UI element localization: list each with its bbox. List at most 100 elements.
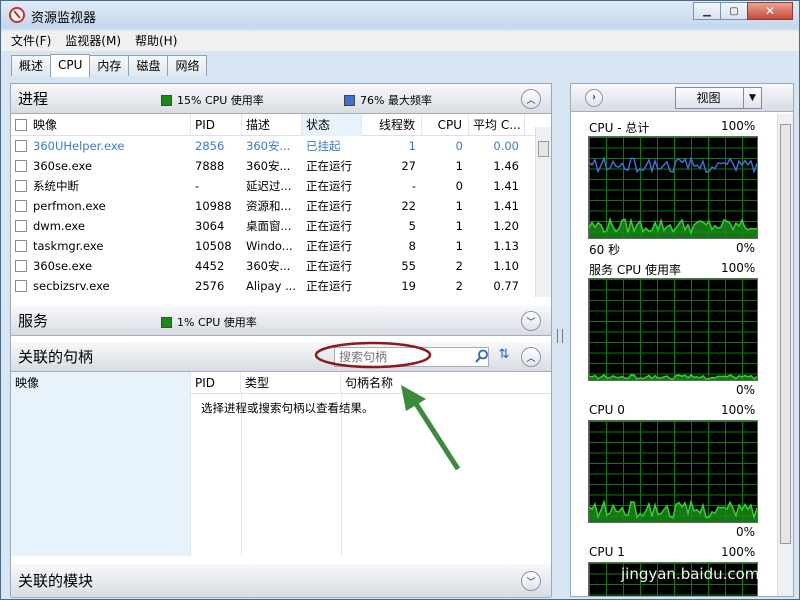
col-avg-cpu[interactable]: 平均 C... (469, 114, 525, 136)
row-checkbox[interactable] (15, 140, 27, 152)
row-checkbox[interactable] (15, 220, 27, 232)
col-handle-type[interactable]: 类型 (241, 372, 341, 394)
dropdown-arrow-icon[interactable]: ▼ (743, 88, 761, 108)
handles-header[interactable]: 关联的句柄 ⇅ ︿ (11, 342, 551, 372)
resource-monitor-window: 资源监视器 ▁ ▢ ✕ 文件(F) 监视器(M) 帮助(H) 概述 CPU 内存… (0, 0, 800, 600)
menu-help[interactable]: 帮助(H) (135, 31, 177, 51)
watermark-url: jingyan.baidu.com (621, 565, 760, 583)
graph-min: 0% (736, 525, 756, 539)
title-bar: 资源监视器 ▁ ▢ ✕ (1, 1, 799, 29)
handles-column-header: 映像 PID 类型 句柄名称 (11, 372, 551, 394)
table-row[interactable]: taskmgr.exe 10508 Windo... 正在运行 8 1 1.13 (11, 236, 535, 256)
graph-min: 0% (736, 383, 756, 397)
col-handle-image[interactable]: 映像 (11, 372, 191, 394)
tab-network[interactable]: 网络 (167, 55, 208, 76)
table-row[interactable]: 系统中断 - 延迟过... 正在运行 - 0 1.41 (11, 176, 535, 196)
column-divider (241, 394, 242, 556)
collapse-processes-chevron-up-icon[interactable]: ︿ (521, 89, 541, 109)
search-handles-input[interactable] (334, 347, 489, 367)
scroll-thumb[interactable] (538, 141, 549, 157)
tab-memory[interactable]: 内存 (89, 55, 130, 76)
table-row[interactable]: 360UHelper.exe 2856 360安... 已挂起 1 0 0.00 (11, 136, 535, 156)
processes-title: 进程 (18, 90, 49, 108)
menu-file[interactable]: 文件(F) (11, 31, 51, 51)
close-button[interactable]: ✕ (747, 2, 793, 20)
row-checkbox[interactable] (15, 160, 27, 172)
expand-modules-chevron-down-icon[interactable]: ﹀ (521, 571, 541, 591)
tab-disk[interactable]: 磁盘 (128, 55, 169, 76)
col-image[interactable]: 映像 (11, 114, 191, 136)
menu-monitor[interactable]: 监视器(M) (65, 31, 121, 51)
processes-scrollbar[interactable] (535, 127, 551, 297)
graphs-header: › 视图 ▼ (571, 84, 793, 112)
col-threads[interactable]: 线程数 (362, 114, 422, 136)
graph-title: CPU - 总计 (589, 121, 650, 135)
table-row[interactable]: perfmon.exe 10988 资源和... 正在运行 22 1 1.41 (11, 196, 535, 216)
tab-overview[interactable]: 概述 (11, 55, 52, 76)
row-checkbox[interactable] (15, 200, 27, 212)
baidu-watermark-logo: Baidu 经验 (611, 527, 734, 552)
cpu-total-graph (588, 136, 758, 239)
row-checkbox[interactable] (15, 240, 27, 252)
blue-swatch-icon (344, 94, 355, 106)
resource-monitor-icon (9, 7, 25, 23)
menu-bar: 文件(F) 监视器(M) 帮助(H) (1, 31, 799, 51)
graph-min: 0% (736, 241, 756, 255)
left-panel: 进程 15% CPU 使用率 76% 最大频率 ︿ 映像 PID 描述 状态 线… (10, 83, 552, 598)
panel-splitter[interactable] (554, 83, 566, 597)
refresh-icon[interactable]: ⇅ (495, 347, 513, 365)
collapse-graphs-chevron-right-icon[interactable]: › (585, 89, 603, 107)
modules-header[interactable]: 关联的模块 ﹀ (11, 564, 551, 598)
cpu-usage-legend: 15% CPU 使用率 (161, 92, 264, 108)
grip-icon (557, 329, 563, 343)
minimize-button[interactable]: ▁ (693, 2, 721, 20)
handles-empty-hint: 选择进程或搜索句柄以查看结果。 (201, 401, 374, 415)
green-swatch-icon (161, 316, 172, 328)
col-status[interactable]: 状态 (302, 114, 362, 136)
select-all-checkbox[interactable] (15, 119, 27, 131)
green-swatch-icon (161, 94, 172, 106)
tab-strip: 概述 CPU 内存 磁盘 网络 (11, 54, 208, 77)
graphs-panel: › 视图 ▼ CPU - 总计 100% 60 秒 0% 服务 CPU 使用率 1… (570, 83, 794, 597)
col-description[interactable]: 描述 (242, 114, 302, 136)
maximize-button[interactable]: ▢ (720, 2, 748, 20)
handles-title: 关联的句柄 (18, 348, 94, 366)
row-checkbox[interactable] (15, 180, 27, 192)
view-button[interactable]: 视图 ▼ (675, 87, 762, 109)
scroll-thumb[interactable] (780, 124, 791, 544)
graph-title: CPU 0 (589, 403, 625, 417)
graph-title: 服务 CPU 使用率 (589, 263, 682, 277)
processes-header[interactable]: 进程 15% CPU 使用率 76% 最大频率 ︿ (11, 84, 551, 114)
cpu0-graph (588, 420, 758, 523)
col-handle-name[interactable]: 句柄名称 (341, 372, 551, 394)
graph-max: 100% (721, 403, 756, 417)
col-handle-pid[interactable]: PID (191, 372, 241, 394)
table-row[interactable]: 360se.exe 7888 360安... 正在运行 27 1 1.46 (11, 156, 535, 176)
graph-timespan: 60 秒 (589, 243, 621, 257)
tab-cpu[interactable]: CPU (50, 54, 91, 77)
col-cpu[interactable]: CPU (422, 114, 469, 136)
processes-table: 360UHelper.exe 2856 360安... 已挂起 1 0 0.00… (11, 136, 535, 296)
services-cpu-graph (588, 278, 758, 381)
services-cpu-legend: 1% CPU 使用率 (161, 314, 257, 330)
search-icon[interactable] (475, 349, 489, 363)
services-header[interactable]: 服务 1% CPU 使用率 ﹀ (11, 306, 551, 336)
window-title: 资源监视器 (31, 11, 97, 26)
graph-max: 100% (721, 119, 756, 133)
collapse-handles-chevron-up-icon[interactable]: ︿ (521, 347, 541, 367)
table-row[interactable]: 360se.exe 4452 360安... 正在运行 55 2 1.10 (11, 256, 535, 276)
expand-services-chevron-down-icon[interactable]: ﹀ (521, 311, 541, 331)
handles-image-column (11, 394, 191, 556)
table-row[interactable]: secbizsrv.exe 2576 Alipay ... 正在运行 19 2 … (11, 276, 535, 296)
column-divider (341, 394, 342, 556)
graphs-scrollbar[interactable] (777, 114, 793, 596)
row-checkbox[interactable] (15, 260, 27, 272)
table-row[interactable]: dwm.exe 3064 桌面窗... 正在运行 5 1 1.20 (11, 216, 535, 236)
max-frequency-legend: 76% 最大频率 (344, 92, 432, 108)
row-checkbox[interactable] (15, 280, 27, 292)
activity-line (589, 156, 757, 175)
col-pid[interactable]: PID (191, 114, 242, 136)
modules-title: 关联的模块 (18, 572, 94, 590)
processes-column-header: 映像 PID 描述 状态 线程数 CPU 平均 C... (11, 114, 535, 136)
graph-max: 100% (721, 261, 756, 275)
